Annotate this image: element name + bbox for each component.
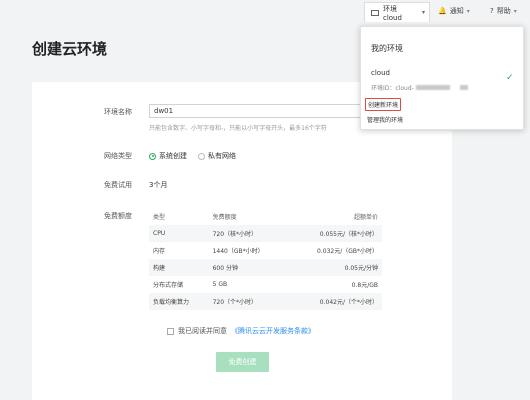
- chevron-down-icon: ▾: [513, 7, 517, 15]
- table-cell: 内存: [153, 248, 166, 255]
- help-button[interactable]: ? 帮助 ▾: [490, 6, 517, 16]
- help-icon: ?: [490, 7, 494, 15]
- quota-table: 类型 免费额度 超额单价 CPU 720（核*小时） 0.055元/（核*小时）…: [149, 208, 382, 310]
- table-header: 类型: [153, 214, 166, 221]
- help-label: 帮助: [496, 7, 511, 15]
- table-row: 构建 600 分钟 0.05元/分钟: [149, 259, 382, 276]
- bell-icon: 🔔: [438, 7, 447, 15]
- env-id-prefix: 环境ID：cloud-: [371, 85, 414, 92]
- agreement-row: 我已阅读并同意 《腾讯云云开发服务条款》: [167, 326, 315, 336]
- create-free-button[interactable]: 免费创建: [216, 352, 269, 372]
- env-name-input[interactable]: [149, 104, 379, 118]
- table-cell: 720（个*小时）: [208, 293, 289, 310]
- table-cell: 0.8元/GB: [351, 282, 378, 289]
- table-cell: 720（核*小时）: [208, 225, 289, 242]
- table-cell: 0.05元/分钟: [288, 259, 382, 276]
- env-item-name[interactable]: cloud: [371, 69, 390, 77]
- my-envs-title: 我的环境: [371, 44, 403, 53]
- table-row: 内存 1440（GB*小时） 0.032元/（GB*小时）: [149, 242, 382, 259]
- table-cell: 1440（GB*小时）: [212, 248, 264, 255]
- env-name-label: 环境名称: [104, 108, 132, 116]
- table-cell: 负载均衡算力: [149, 293, 209, 310]
- table-row: 分布式存储 5 GB 0.8元/GB: [149, 276, 382, 293]
- table-cell: 构建: [149, 259, 209, 276]
- agree-text: 我已阅读并同意: [178, 327, 227, 335]
- env-name-hint: 只能包含数字、小写字母和-，只能以小写字母开头，最多16个字符: [149, 125, 327, 132]
- table-cell: 600 分钟: [208, 259, 289, 276]
- chevron-down-icon: ▾: [421, 9, 425, 16]
- quota-label: 免费额度: [104, 212, 132, 220]
- table-header-row: 类型 免费额度 超额单价: [149, 208, 382, 225]
- trial-value: 3个月: [149, 181, 168, 189]
- network-type-label: 网络类型: [104, 152, 132, 160]
- table-cell: 5 GB: [212, 281, 228, 288]
- env-dropdown-panel: 我的环境 cloud 环境ID：cloud- ✓ 创建新环境 管理我的环境: [360, 26, 524, 130]
- create-env-link[interactable]: 创建新环境: [365, 98, 402, 111]
- table-header: 超额单价: [353, 214, 378, 221]
- notifications-label: 通知: [449, 7, 464, 15]
- top-bar: 环境 cloud ▾ 🔔 通知 ▾ ? 帮助 ▾: [0, 0, 530, 26]
- check-icon: ✓: [506, 73, 514, 83]
- table-cell: 0.042元/（个*小时）: [288, 293, 382, 310]
- table-cell: CPU: [149, 225, 209, 242]
- table-cell: 0.055元/（核*小时）: [288, 225, 382, 242]
- env-switcher-button[interactable]: 环境 cloud ▾: [364, 2, 430, 22]
- manage-envs-link[interactable]: 管理我的环境: [367, 115, 403, 124]
- table-row: 负载均衡算力 720（个*小时） 0.042元/（个*小时）: [149, 293, 382, 310]
- monitor-icon: [371, 9, 379, 16]
- radio-private-network[interactable]: 私有网络: [198, 151, 236, 161]
- page-title: 创建云环境: [32, 40, 108, 58]
- table-cell: 分布式存储: [153, 282, 184, 289]
- env-item-id: 环境ID：cloud-: [371, 83, 468, 92]
- trial-label: 免费试用: [104, 181, 132, 189]
- chevron-down-icon: ▾: [466, 7, 470, 15]
- redacted-id: [415, 85, 450, 90]
- agree-checkbox[interactable]: [167, 327, 174, 335]
- notifications-button[interactable]: 🔔 通知 ▾: [438, 6, 470, 16]
- radio-dot: [149, 152, 156, 160]
- redacted-id: [459, 85, 468, 90]
- radio-label: 私有网络: [208, 152, 236, 160]
- radio-dot: [198, 152, 205, 160]
- table-header: 免费额度: [212, 214, 237, 221]
- radio-label: 系统创建: [159, 152, 187, 160]
- env-switcher-label: 环境 cloud: [382, 4, 402, 22]
- table-cell: 0.032元/（GB*小时）: [317, 248, 378, 255]
- terms-link[interactable]: 《腾讯云云开发服务条款》: [231, 326, 315, 336]
- radio-system-created[interactable]: 系统创建: [149, 151, 187, 161]
- table-row: CPU 720（核*小时） 0.055元/（核*小时）: [149, 225, 382, 242]
